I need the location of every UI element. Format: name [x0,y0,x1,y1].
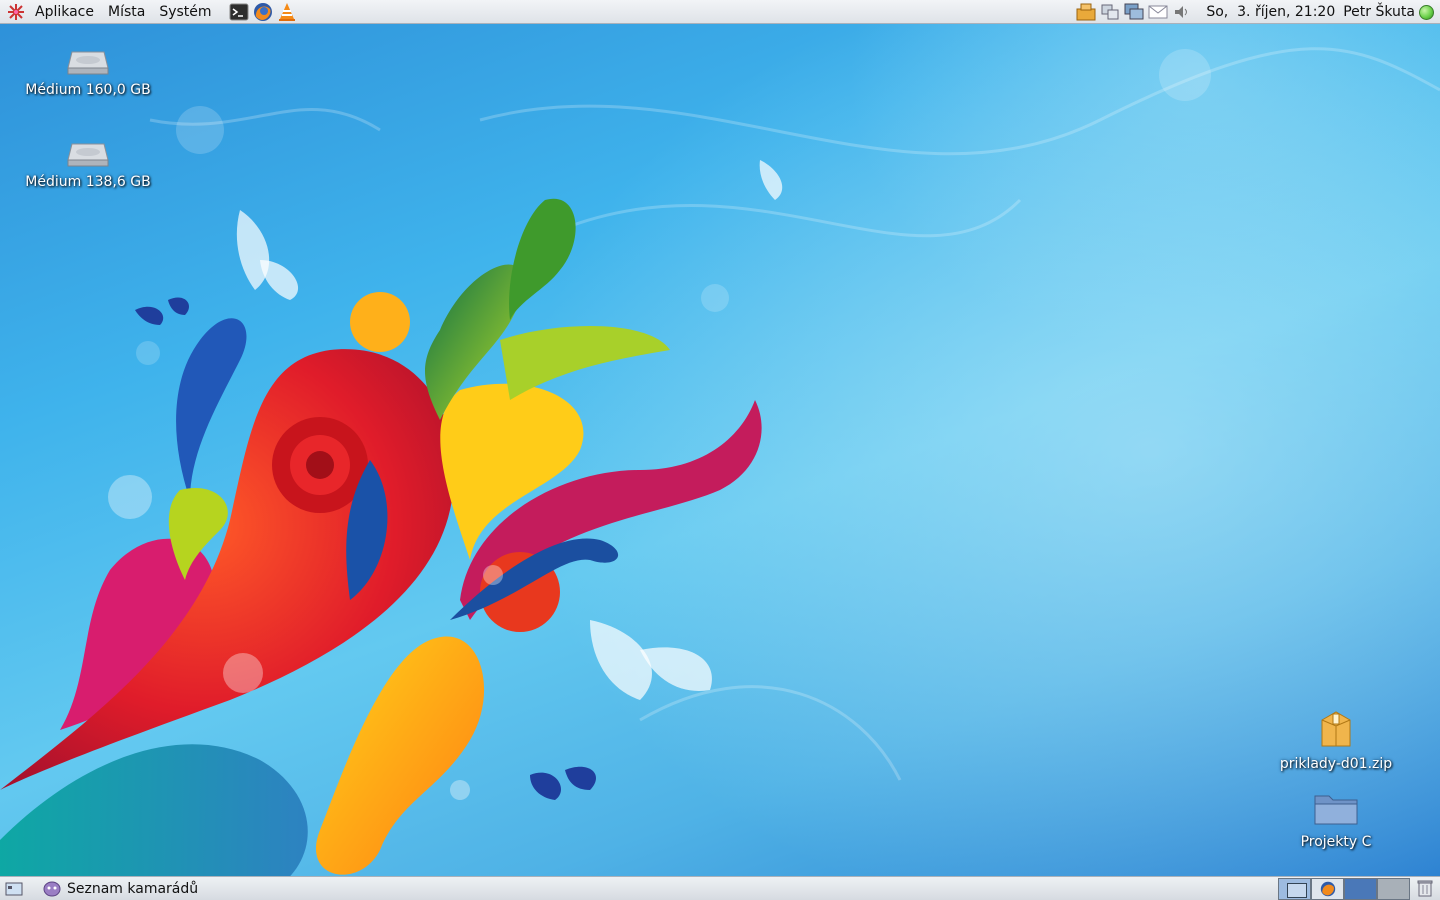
menu-system[interactable]: Systém [152,0,218,24]
taskbar-item-label: Seznam kamarádů [67,880,199,897]
hard-drive-icon [67,51,109,75]
desktop-icon-label: priklady-d01.zip [1279,756,1393,772]
menu-applications[interactable]: Aplikace [28,0,101,24]
clock[interactable]: So, 3. říjen, 21:20 [1202,4,1339,20]
desktop-icon-medium-160[interactable]: Médium 160,0 GB [13,42,163,98]
gnome-foot-icon[interactable] [6,2,26,22]
user-switcher[interactable]: Petr Škuta [1339,4,1419,20]
desktop-icon-priklady-zip[interactable]: priklady-d01.zip [1261,708,1411,772]
desktop-icon-label: Projekty C [1300,834,1372,850]
display-icon[interactable] [1124,3,1144,21]
folder-icon [1314,795,1358,825]
workspace-1[interactable] [1278,878,1311,900]
top-panel: Aplikace Místa Systém So, 3. říjen, 21:2… [0,0,1440,24]
volume-icon[interactable] [1172,3,1192,21]
terminal-icon[interactable] [229,2,249,22]
desktop-icon-projekty-c[interactable]: Projekty C [1261,790,1411,850]
wallpaper-art [0,47,1440,900]
taskbar-item-buddy-list[interactable]: Seznam kamarádů [37,878,204,900]
desktop-icon-label: Médium 160,0 GB [25,82,151,98]
firefox-icon [1320,881,1335,897]
show-desktop-icon[interactable] [3,879,25,899]
zip-archive-icon [1321,711,1351,747]
package-updates-icon[interactable] [1076,3,1096,21]
workspace-switcher [1278,878,1410,900]
workspace-3[interactable] [1344,878,1377,900]
bottom-panel: Seznam kamarádů [0,876,1440,900]
mail-icon[interactable] [1148,3,1168,21]
workspace-4[interactable] [1377,878,1410,900]
hard-drive-icon [67,143,109,167]
workspace-2[interactable] [1311,878,1344,900]
menu-places[interactable]: Místa [101,0,152,24]
desktop[interactable]: Aplikace Místa Systém So, 3. říjen, 21:2… [0,0,1440,900]
desktop-icon-label: Médium 138,6 GB [25,174,151,190]
desktop-icon-medium-138[interactable]: Médium 138,6 GB [13,134,163,190]
firefox-icon[interactable] [253,2,273,22]
top-right-area: So, 3. říjen, 21:20 Petr Škuta [1074,0,1434,24]
status-indicator-icon[interactable] [1419,4,1434,20]
network-icon[interactable] [1100,3,1120,21]
trash-icon[interactable] [1416,879,1434,897]
pidgin-icon [43,881,61,896]
vlc-icon[interactable] [277,2,297,22]
